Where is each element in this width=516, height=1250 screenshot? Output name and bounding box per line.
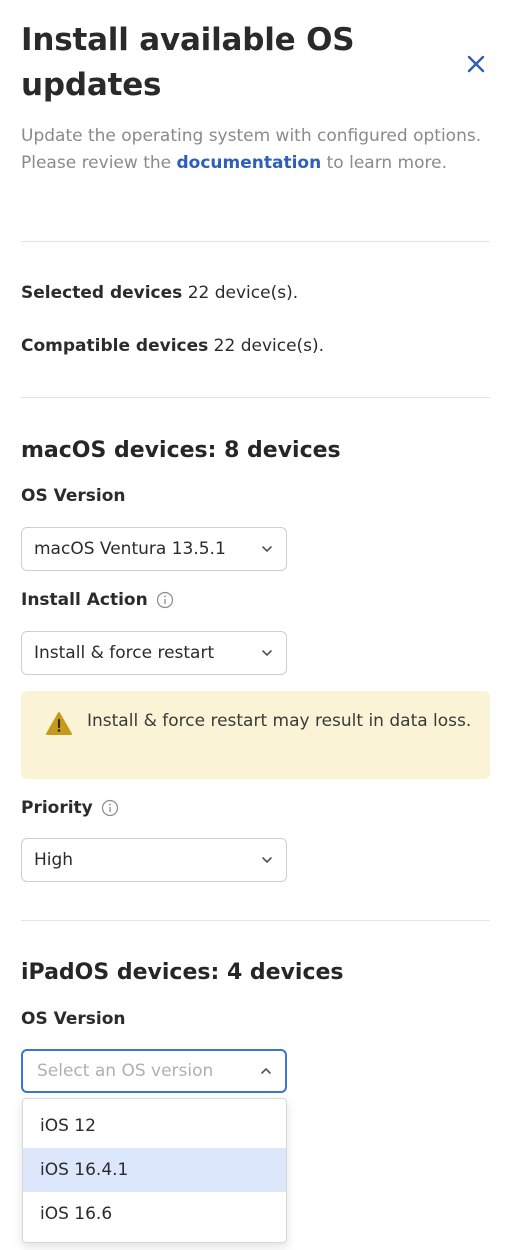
priority-label: Priority: [21, 796, 119, 820]
panel-title: Install available OS updates: [21, 22, 355, 103]
panel-description: Update the operating system with configu…: [21, 126, 482, 173]
macos-os-version-select[interactable]: macOS Ventura 13.5.1: [21, 527, 287, 571]
compatible-devices-info: Compatible devices 22 device(s).: [21, 336, 325, 356]
warning-text: Install & force restart may result in da…: [87, 711, 472, 731]
documentation-link[interactable]: documentation: [177, 153, 322, 173]
close-icon: [467, 55, 485, 73]
priority-select[interactable]: High: [21, 838, 287, 882]
chevron-down-icon: [260, 853, 274, 867]
install-action-select[interactable]: Install & force restart: [21, 631, 287, 675]
chevron-down-icon: [260, 542, 274, 556]
divider: [21, 920, 490, 921]
install-action-label: Install Action: [21, 588, 174, 612]
chevron-up-icon: [259, 1064, 273, 1078]
ipados-section-heading: iPadOS devices: 4 devices: [21, 960, 344, 985]
selected-devices-info: Selected devices 22 device(s).: [21, 283, 299, 303]
close-button[interactable]: [462, 50, 490, 78]
dropdown-option-ios-16-6[interactable]: iOS 16.6: [23, 1192, 286, 1236]
macos-os-version-label: OS Version: [21, 486, 126, 506]
ipados-os-version-label: OS Version: [21, 1009, 126, 1029]
divider: [21, 397, 490, 398]
warning-icon: [45, 710, 73, 738]
dropdown-option-ios-12[interactable]: iOS 12: [23, 1104, 286, 1148]
data-loss-warning: Install & force restart may result in da…: [21, 691, 490, 779]
os-version-dropdown-menu: iOS 12 iOS 16.4.1 iOS 16.6: [22, 1098, 287, 1243]
info-icon[interactable]: [101, 799, 119, 817]
macos-section-heading: macOS devices: 8 devices: [21, 438, 341, 463]
dropdown-option-ios-16-4-1[interactable]: iOS 16.4.1: [23, 1148, 286, 1192]
divider: [21, 241, 490, 242]
info-icon[interactable]: [156, 591, 174, 609]
chevron-down-icon: [260, 646, 274, 660]
ipados-os-version-select[interactable]: Select an OS version: [21, 1049, 287, 1093]
os-update-panel: Install available OS updates Update the …: [0, 0, 516, 1250]
